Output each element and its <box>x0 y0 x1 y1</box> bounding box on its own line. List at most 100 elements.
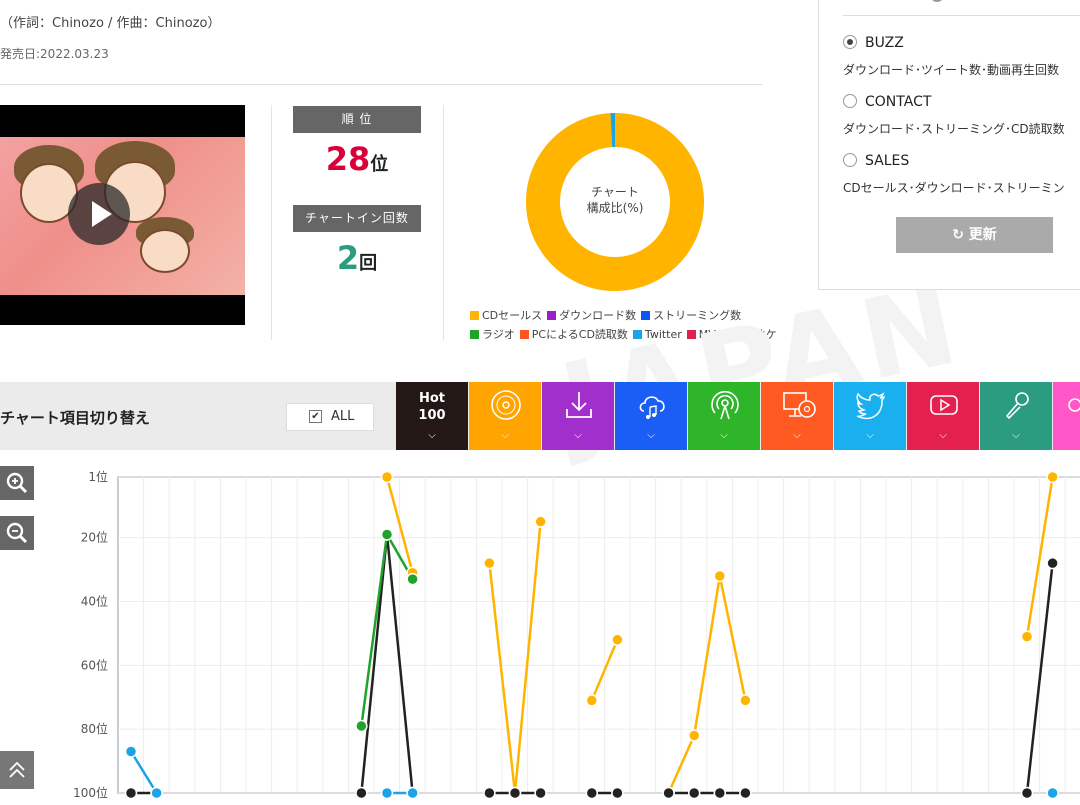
option-contact-desc: ダウンロード･ストリーミング･CD読取数 <box>843 122 1065 136</box>
chevron-down-icon: ⌵ <box>1012 430 1020 441</box>
data-point[interactable] <box>406 786 419 800</box>
all-checkbox-icon[interactable]: ✔ <box>309 410 322 423</box>
category-twitter[interactable]: ⌵ <box>834 382 906 450</box>
data-point[interactable] <box>662 786 675 800</box>
data-point[interactable] <box>1020 786 1034 800</box>
data-point[interactable] <box>585 786 599 800</box>
category-mv[interactable]: ⌵ <box>907 382 979 450</box>
category-radio[interactable]: ⌵ <box>688 382 760 450</box>
chevron-down-icon: ⌵ <box>793 430 801 441</box>
twitter-icon <box>856 392 885 420</box>
divider <box>271 105 272 340</box>
data-point[interactable] <box>355 719 368 733</box>
chartin-number: 2 <box>336 239 360 277</box>
video-player[interactable] <box>0 105 245 325</box>
series-line <box>360 530 414 727</box>
divider <box>0 84 762 85</box>
legend-swatch <box>547 311 557 320</box>
category-download[interactable]: ⌵ <box>542 382 614 450</box>
legend-label: ラジオ <box>482 328 515 341</box>
data-point[interactable] <box>483 786 496 800</box>
category-streaming[interactable]: ⌵ <box>615 382 687 450</box>
rank-unit: 位 <box>370 154 389 175</box>
data-point[interactable] <box>611 633 624 647</box>
data-point[interactable] <box>1020 630 1034 643</box>
cd-icon <box>491 390 521 420</box>
option-contact[interactable]: CONTACT <box>843 94 931 110</box>
series-line <box>488 521 542 794</box>
refresh-label: 更新 <box>968 227 997 243</box>
data-point[interactable] <box>611 786 624 800</box>
data-point[interactable] <box>124 745 138 758</box>
category-more[interactable] <box>1053 382 1080 450</box>
data-point[interactable] <box>1046 470 1059 484</box>
y-tick-label: 80位 <box>81 721 108 736</box>
radio-icon <box>711 390 739 420</box>
data-point[interactable] <box>124 786 138 800</box>
data-point[interactable] <box>713 786 727 800</box>
donut-center-line2: 構成比(%) <box>586 201 644 215</box>
data-point[interactable] <box>713 569 727 583</box>
refresh-button[interactable]: ↻ 更新 <box>896 217 1053 253</box>
karaoke-mic-icon <box>1005 392 1029 420</box>
radio-buzz[interactable] <box>843 35 857 49</box>
rank-value: 28位 <box>293 140 421 178</box>
category-hot100[interactable]: Hot 100 ⌵ <box>396 382 468 450</box>
radio-sales[interactable] <box>843 153 857 167</box>
legend-swatch <box>470 330 479 339</box>
all-toggle-button[interactable]: ✔ ALL <box>286 403 374 431</box>
data-point[interactable] <box>739 694 752 707</box>
all-label: ALL <box>331 409 355 424</box>
rank-label: 順 位 <box>293 106 421 133</box>
divider <box>443 105 444 340</box>
radio-contact[interactable] <box>843 94 857 108</box>
data-point[interactable] <box>1046 786 1059 800</box>
rank-number: 28 <box>325 140 371 178</box>
y-tick-label: 40位 <box>81 593 108 608</box>
chevron-down-icon: ⌵ <box>720 430 728 441</box>
data-point[interactable] <box>380 786 394 800</box>
chevron-down-icon: ⌵ <box>939 430 947 441</box>
data-point[interactable] <box>355 786 368 800</box>
donut-chart: チャート 構成比(%) <box>520 104 710 299</box>
data-point[interactable] <box>739 786 752 800</box>
legend-swatch <box>641 311 651 320</box>
data-point[interactable] <box>534 786 547 800</box>
category-karaoke[interactable]: ⌵ <box>980 382 1052 450</box>
data-point[interactable] <box>687 729 701 742</box>
option-buzz[interactable]: BUZZ <box>843 35 904 51</box>
donut-center-label: チャート 構成比(%) <box>520 184 710 216</box>
data-point[interactable] <box>380 528 394 541</box>
option-contact-label: CONTACT <box>865 94 932 110</box>
divider <box>843 15 1080 16</box>
y-tick-label: 100位 <box>73 785 108 800</box>
donut-center-line1: チャート <box>591 185 639 199</box>
data-point[interactable] <box>585 694 599 707</box>
chevron-down-icon: ⌵ <box>574 430 582 441</box>
option-buzz-desc: ダウンロード･ツイート数･動画再生回数 <box>843 63 1060 77</box>
category-pc-cd[interactable]: ⌵ <box>761 382 833 450</box>
data-point[interactable] <box>380 470 394 484</box>
release-date: 発売日:2022.03.23 <box>0 47 109 61</box>
chartin-unit: 回 <box>359 253 378 274</box>
chevron-down-icon: ⌵ <box>866 430 874 441</box>
hot100-line2: 100 <box>418 408 446 423</box>
plot-frame <box>117 476 1080 794</box>
category-cd-sales[interactable]: ⌵ <box>469 382 541 450</box>
data-point[interactable] <box>1046 556 1059 570</box>
data-point[interactable] <box>508 786 522 800</box>
more-icon <box>1068 398 1080 412</box>
option-sales-desc: CDセールス･ダウンロード･ストリーミン <box>843 181 1065 195</box>
data-point[interactable] <box>150 786 163 800</box>
data-point[interactable] <box>483 556 496 570</box>
legend-label: CDセールス <box>482 309 543 322</box>
data-point[interactable] <box>406 572 419 586</box>
option-sales[interactable]: SALES <box>843 153 909 169</box>
data-point[interactable] <box>687 786 701 800</box>
download-icon <box>566 392 592 418</box>
play-icon[interactable] <box>68 183 130 245</box>
toolbar-title: チャート項目切り替え <box>0 409 150 427</box>
y-tick-label: 1位 <box>88 469 108 484</box>
option-sales-label: SALES <box>865 153 910 169</box>
data-point[interactable] <box>534 515 547 528</box>
